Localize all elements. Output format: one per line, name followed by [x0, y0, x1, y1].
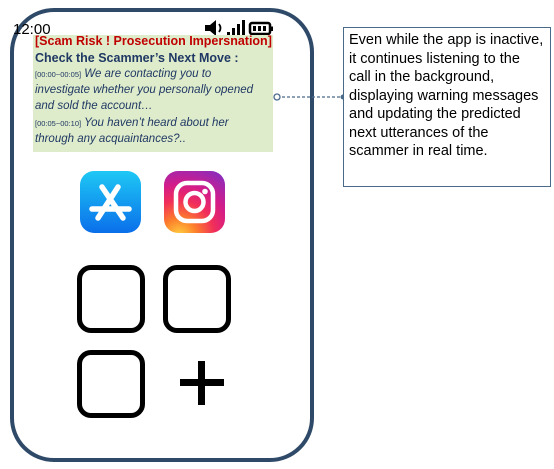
utterance-timestamp: [00:00~00:05]: [35, 70, 82, 79]
empty-app-slot[interactable]: [77, 350, 145, 418]
utterance-line: [00:00~00:05] We are contacting you to: [35, 68, 212, 80]
instagram-icon[interactable]: [164, 171, 225, 233]
utterance-line: investigate whether you personally opene…: [35, 84, 254, 96]
battery-icon: [248, 21, 273, 36]
utterance-timestamp: [00:05~00:10]: [35, 119, 82, 128]
scam-alert-title: [Scam Risk ! Prosecution Impersnation]: [35, 34, 272, 48]
callout-text: Even while the app is inactive, it conti…: [349, 32, 544, 159]
next-move-heading: Check the Scammer’s Next Move :: [35, 51, 239, 65]
empty-app-slot[interactable]: [163, 265, 231, 333]
utterance-line: through any acquaintances?..: [35, 133, 186, 145]
warning-banner[interactable]: [Scam Risk ! Prosecution Impersnation] C…: [33, 34, 273, 152]
callout-box: Even while the app is inactive, it conti…: [343, 27, 551, 187]
empty-app-slot[interactable]: [77, 265, 145, 333]
app-store-icon[interactable]: [80, 171, 141, 233]
utterance-line: [00:05~00:10] You haven’t heard about he…: [35, 117, 229, 129]
add-app-icon[interactable]: [177, 358, 227, 408]
utterance-line: and sold the account…: [35, 100, 153, 112]
